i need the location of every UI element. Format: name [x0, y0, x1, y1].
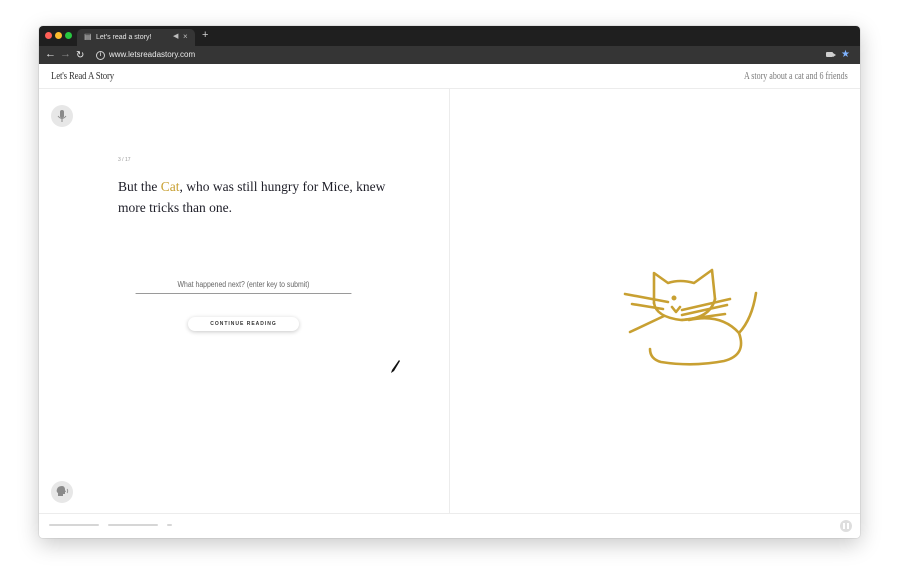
address-bar[interactable]: www.letsreadastory.com	[109, 50, 195, 60]
browser-window: ▤ Let's read a story! ◀ × + ← → ↻ i www.…	[39, 26, 860, 538]
answer-input[interactable]	[135, 275, 352, 294]
browser-tab[interactable]: ▤ Let's read a story! ◀ ×	[77, 29, 195, 46]
microphone-button[interactable]	[51, 105, 73, 127]
browser-toolbar: ← → ↻ i www.letsreadastory.com ★	[39, 46, 860, 64]
microphone-icon	[57, 110, 67, 122]
site-header: Let's Read A Story A story about a cat a…	[39, 64, 860, 89]
story-panel: 3 / 17 But the Cat, who was still hungry…	[39, 89, 450, 513]
reload-icon[interactable]: ↻	[76, 49, 84, 62]
bookmark-star-icon[interactable]: ★	[841, 48, 850, 61]
site-logo[interactable]: Let's Read A Story	[51, 70, 114, 83]
progress-footer	[39, 513, 860, 538]
tab-close-icon[interactable]: ×	[183, 32, 188, 42]
pen-cursor-icon	[391, 360, 400, 373]
new-tab-button[interactable]: +	[202, 30, 208, 41]
speak-button[interactable]	[51, 481, 73, 503]
page-counter: 3 / 17	[118, 157, 131, 163]
tab-title: Let's read a story!	[96, 34, 152, 41]
drawing-panel	[450, 89, 860, 513]
progress-segment	[49, 524, 99, 526]
close-window-button[interactable]	[45, 32, 52, 39]
book-icon: ▤	[84, 32, 92, 41]
back-arrow-icon[interactable]: ←	[45, 48, 56, 61]
speaker-icon[interactable]: ◀	[173, 32, 178, 42]
cat-drawing	[623, 268, 758, 366]
progress-segment	[108, 524, 158, 526]
pause-icon[interactable]	[840, 520, 852, 532]
maximize-window-button[interactable]	[65, 32, 72, 39]
minimize-window-button[interactable]	[55, 32, 62, 39]
site-tagline: A story about a cat and 6 friends	[744, 71, 848, 82]
progress-segment	[167, 524, 172, 526]
info-icon[interactable]: i	[96, 51, 105, 60]
speaking-head-icon	[56, 486, 69, 496]
story-text: But the Cat, who was still hungry for Mi…	[118, 176, 398, 218]
title-bar: ▤ Let's read a story! ◀ × +	[39, 26, 860, 46]
camera-icon[interactable]	[826, 52, 836, 57]
highlighted-word[interactable]: Cat	[161, 179, 180, 194]
forward-arrow-icon[interactable]: →	[60, 48, 71, 61]
continue-reading-button[interactable]: CONTINUE READING	[188, 317, 299, 331]
story-text-before: But the	[118, 179, 161, 194]
